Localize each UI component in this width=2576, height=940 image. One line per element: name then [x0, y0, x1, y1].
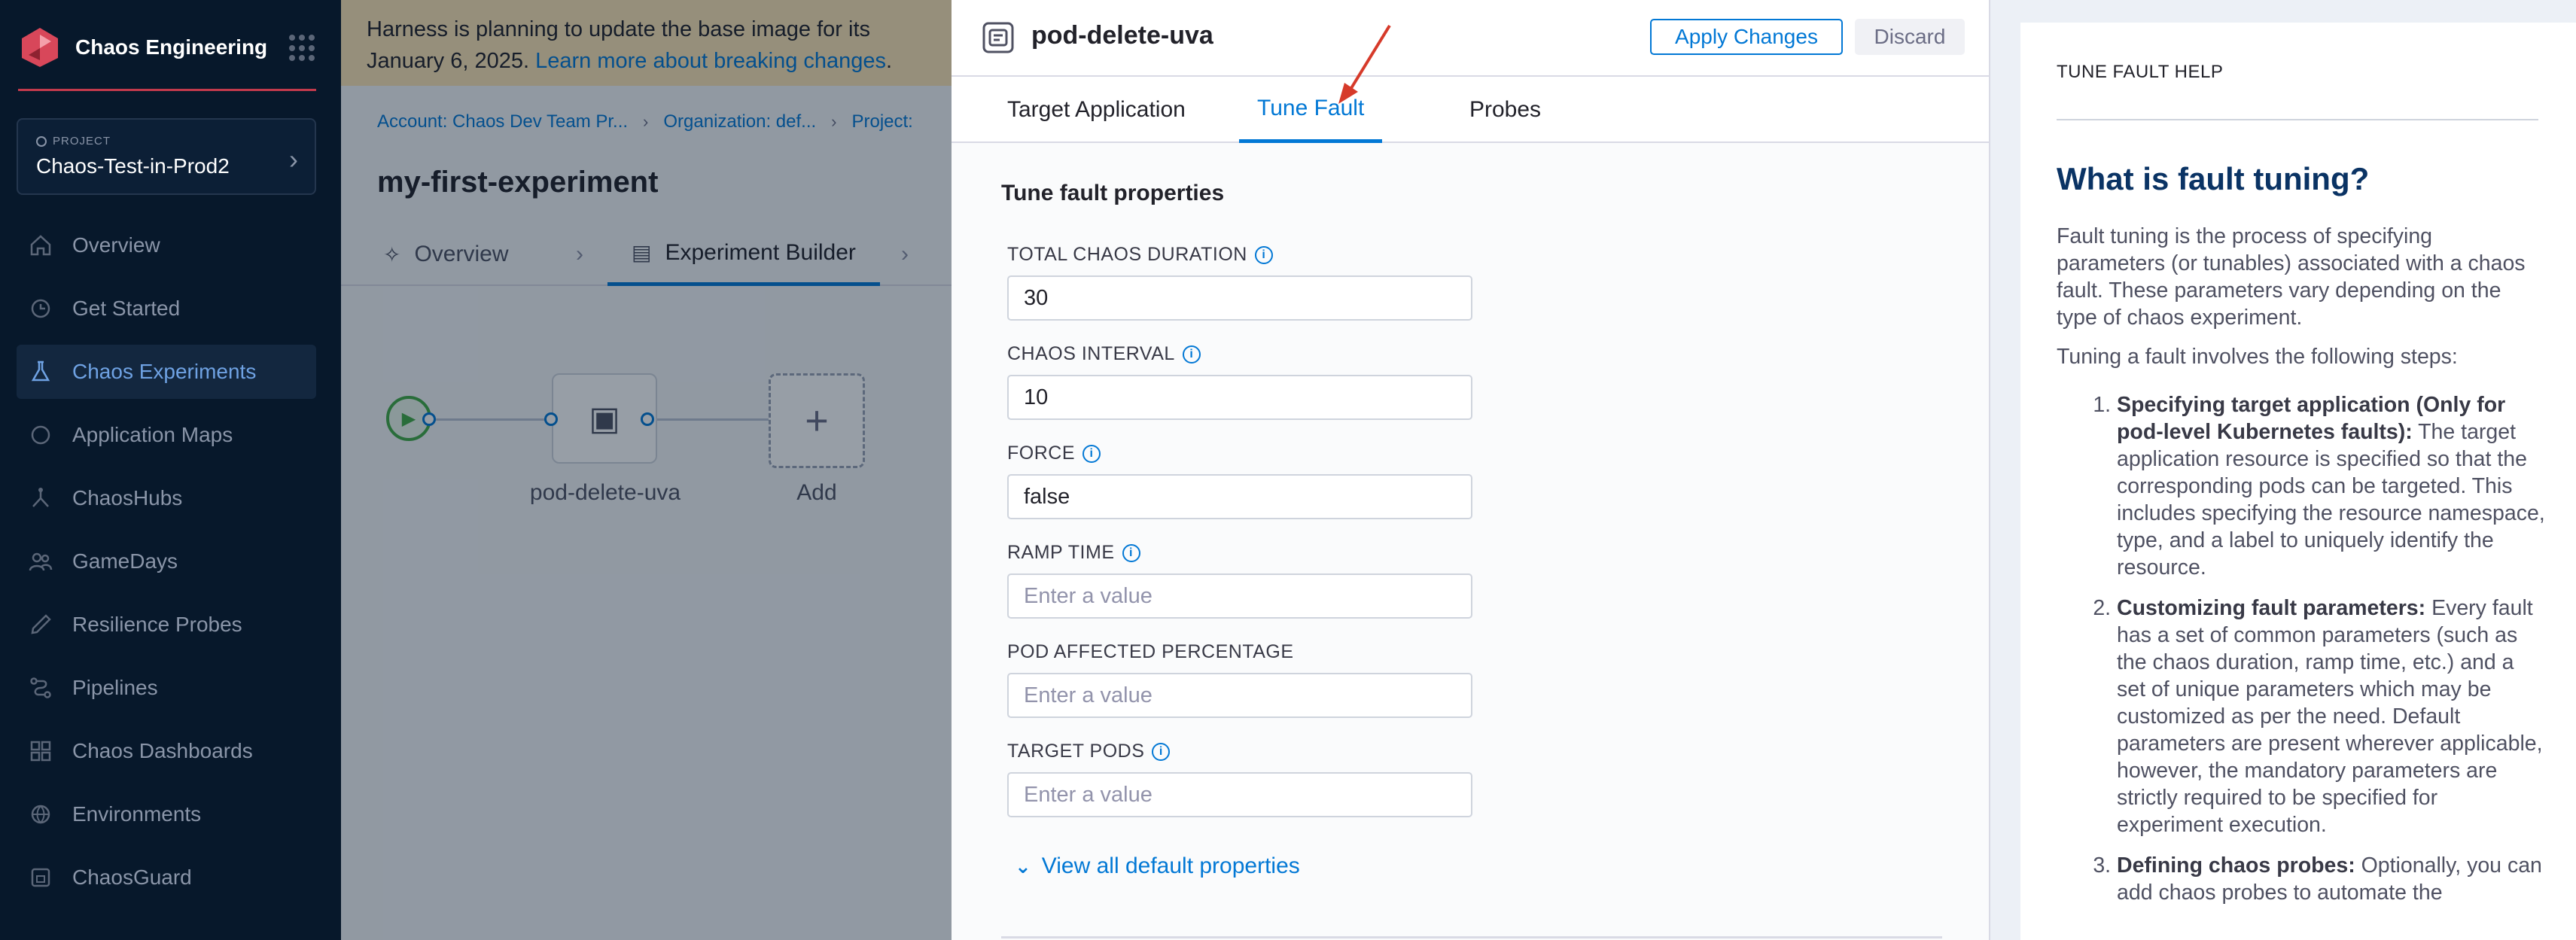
hub-icon — [27, 485, 54, 512]
sidebar-item-chaoshubs[interactable]: ChaosHubs — [17, 471, 316, 525]
field-label-total-chaos-duration: TOTAL CHAOS DURATION i — [1007, 244, 1273, 266]
fault-icon — [982, 22, 1014, 53]
sidebar-item-chaos-experiments[interactable]: Chaos Experiments — [17, 345, 316, 399]
info-icon[interactable]: i — [1082, 444, 1101, 463]
annotation-arrow-icon — [1338, 24, 1391, 104]
sidebar-item-label: Environments — [72, 802, 202, 826]
sidebar-item-label: Application Maps — [72, 423, 233, 446]
tab-probes[interactable]: Probes — [1469, 77, 1541, 143]
apply-changes-button[interactable]: Apply Changes — [1650, 19, 1843, 55]
help-step: Customizing fault parameters: Every faul… — [2117, 595, 2546, 838]
target-pods-input[interactable] — [1007, 772, 1472, 817]
dashboard-icon — [27, 738, 54, 765]
brand[interactable]: Chaos Engineering — [18, 23, 316, 72]
pipeline-icon — [27, 674, 54, 701]
guard-icon — [27, 864, 54, 891]
project-icon — [36, 135, 47, 147]
help-kicker: TUNE FAULT HELP — [2057, 62, 2224, 82]
info-icon[interactable]: i — [1182, 345, 1201, 364]
help-step: Defining chaos probes: Optionally, you c… — [2117, 852, 2546, 906]
help-intro: Fault tuning is the process of specifyin… — [2057, 224, 2526, 330]
sidebar-nav: Overview Get Started Chaos Experiments A… — [17, 218, 316, 914]
field-label-pod-affected-percentage: POD AFFECTED PERCENTAGE — [1007, 641, 1294, 662]
force-input[interactable] — [1007, 474, 1472, 519]
get-started-icon — [27, 295, 54, 322]
drawer-body: Tune fault properties TOTAL CHAOS DURATI… — [952, 143, 1989, 940]
map-icon — [27, 421, 54, 449]
home-icon — [27, 232, 54, 259]
info-icon[interactable]: i — [1152, 742, 1171, 761]
help-steps-list: Specifying target application (Only for … — [2117, 391, 2546, 906]
field-label-force: FORCE i — [1007, 443, 1101, 464]
sidebar-item-chaos-dashboards[interactable]: Chaos Dashboards — [17, 724, 316, 778]
sidebar-item-label: Pipelines — [72, 676, 158, 699]
environment-icon — [27, 801, 54, 828]
project-name: Chaos-Test-in-Prod2 — [36, 154, 230, 178]
sidebar-item-pipelines[interactable]: Pipelines — [17, 661, 316, 715]
double-chevron-down-icon: ⌄ — [1015, 854, 1031, 878]
sidebar-item-label: Chaos Dashboards — [72, 739, 253, 762]
info-icon[interactable]: i — [1254, 245, 1273, 264]
sidebar-item-get-started[interactable]: Get Started — [17, 281, 316, 336]
sidebar-item-resilience-probes[interactable]: Resilience Probes — [17, 598, 316, 652]
help-card: TUNE FAULT HELP What is fault tuning? Fa… — [2020, 23, 2576, 940]
pod-affected-percentage-input[interactable] — [1007, 673, 1472, 718]
view-all-default-properties-link[interactable]: ⌄ View all default properties — [1015, 853, 1300, 879]
ramp-time-input[interactable] — [1007, 573, 1472, 619]
section-title: Tune fault properties — [1001, 181, 1225, 205]
sidebar-item-label: ChaosGuard — [72, 865, 192, 889]
brand-underline — [18, 89, 316, 91]
field-label-chaos-interval: CHAOS INTERVAL i — [1007, 343, 1201, 365]
project-selector[interactable]: PROJECT Chaos-Test-in-Prod2 › — [17, 118, 316, 195]
sidebar-item-label: Resilience Probes — [72, 613, 242, 636]
probe-icon — [27, 611, 54, 638]
sidebar-item-application-maps[interactable]: Application Maps — [17, 408, 316, 462]
drawer-title: pod-delete-uva — [1031, 21, 1213, 50]
help-steps-intro: Tuning a fault involves the following st… — [2057, 345, 2458, 369]
tab-target-application[interactable]: Target Application — [1007, 77, 1186, 143]
total-chaos-duration-input[interactable] — [1007, 275, 1472, 321]
sidebar: Chaos Engineering PROJECT Chaos-Test-in-… — [0, 0, 341, 940]
sidebar-item-gamedays[interactable]: GameDays — [17, 534, 316, 589]
help-title: What is fault tuning? — [2057, 161, 2370, 196]
help-body: Fault tuning is the process of specifyin… — [2057, 223, 2546, 920]
chaos-logo-icon — [22, 28, 58, 67]
drawer-tabs: Target Application Tune Fault Probes — [952, 77, 1989, 143]
flask-icon — [27, 358, 54, 385]
sidebar-item-label: Get Started — [72, 297, 181, 320]
sidebar-item-label: Chaos Experiments — [72, 360, 257, 383]
view-all-label: View all default properties — [1041, 853, 1300, 878]
field-label-target-pods: TARGET PODS i — [1007, 741, 1171, 762]
sidebar-item-chaosguard[interactable]: ChaosGuard — [17, 850, 316, 905]
brand-name: Chaos Engineering — [75, 35, 268, 59]
project-kicker: PROJECT — [36, 135, 111, 148]
chevron-right-icon: › — [289, 144, 298, 175]
divider — [2057, 119, 2538, 120]
app-switcher-icon[interactable] — [289, 35, 316, 62]
sidebar-item-label: ChaosHubs — [72, 486, 183, 510]
fault-drawer: pod-delete-uva Apply Changes Discard Tar… — [952, 0, 1990, 940]
info-icon[interactable]: i — [1122, 543, 1140, 562]
help-panel: TUNE FAULT HELP What is fault tuning? Fa… — [1990, 0, 2576, 940]
discard-button[interactable]: Discard — [1855, 19, 1965, 55]
field-label-ramp-time: RAMP TIME i — [1007, 542, 1140, 564]
divider — [1001, 936, 1942, 938]
drawer-header: pod-delete-uva Apply Changes Discard — [952, 0, 1989, 77]
gamedays-icon — [27, 548, 54, 575]
sidebar-item-environments[interactable]: Environments — [17, 787, 316, 841]
sidebar-item-label: GameDays — [72, 549, 178, 573]
chaos-interval-input[interactable] — [1007, 375, 1472, 420]
sidebar-item-overview[interactable]: Overview — [17, 218, 316, 272]
help-step: Specifying target application (Only for … — [2117, 391, 2546, 581]
sidebar-item-label: Overview — [72, 233, 160, 257]
